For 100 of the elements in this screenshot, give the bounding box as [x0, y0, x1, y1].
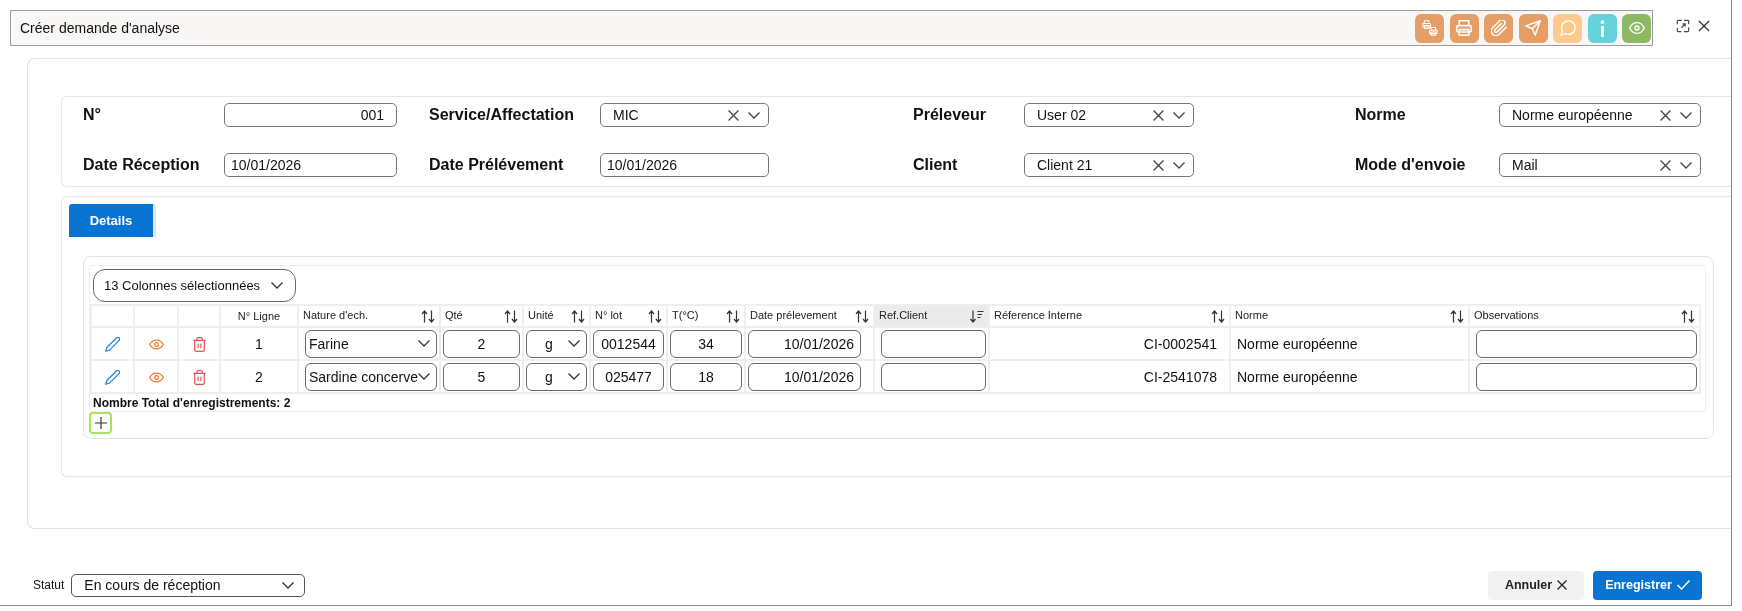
clear-icon[interactable] [728, 109, 739, 121]
expand-icon[interactable] [1676, 19, 1690, 33]
sort-icon [421, 310, 435, 323]
field-label: Norme [1355, 106, 1407, 124]
pencil-icon[interactable] [105, 336, 120, 352]
input-field[interactable]: 10/01/2026 [748, 362, 861, 391]
input-field[interactable]: 34 [670, 329, 742, 358]
field-label: Préleveur [913, 106, 987, 124]
sort-icon [1450, 310, 1464, 323]
clear-icon[interactable] [1660, 109, 1671, 121]
column-header[interactable]: Date prélevement [745, 305, 874, 327]
input-field[interactable]: 10/01/2026 [600, 153, 769, 177]
chevron-down-icon [271, 282, 283, 289]
chevron-down-icon [418, 373, 430, 380]
eye-icon[interactable] [148, 336, 164, 352]
column-header[interactable]: Ref.Client [874, 305, 989, 327]
input-field[interactable]: 5 [443, 362, 520, 391]
clear-icon[interactable] [1153, 159, 1164, 171]
chevron-down-icon [748, 111, 760, 119]
column-header[interactable]: Norme [1230, 305, 1469, 327]
chevron-down-icon [568, 340, 580, 347]
sort-icon [726, 310, 740, 323]
table-cell: CI-0002541 [989, 327, 1230, 360]
input-field[interactable] [881, 329, 986, 358]
eye-icon [1628, 20, 1645, 36]
input-field[interactable] [881, 362, 986, 391]
input-field[interactable]: 10/01/2026 [748, 329, 861, 358]
field-label: Mode d'envoie [1355, 156, 1467, 174]
column-header[interactable]: Nature d'ech. [298, 305, 440, 327]
print-batch-button[interactable] [1415, 13, 1444, 43]
record-count: Nombre Total d'enregistrements: 2 [93, 396, 292, 410]
attach-button[interactable] [1484, 13, 1513, 43]
clear-icon[interactable] [1660, 159, 1671, 171]
dropdown[interactable]: Farine [305, 329, 437, 358]
column-picker-dropdown[interactable]: 13 Colonnes sélectionnées [93, 269, 296, 302]
dropdown[interactable]: Norme européenne [1499, 103, 1701, 127]
table-cell: Norme européenne [1230, 360, 1469, 393]
status-dropdown[interactable]: En cours de réception [71, 573, 306, 597]
dropdown[interactable]: g [526, 362, 587, 391]
table-cell: 2 [220, 360, 298, 393]
save-button[interactable]: Enregistrer [1593, 570, 1702, 600]
trash-icon[interactable] [191, 369, 207, 385]
preview-button[interactable] [1622, 13, 1651, 43]
input-field[interactable]: 10/01/2026 [224, 153, 397, 177]
close-icon[interactable] [1698, 20, 1710, 32]
printer-icon [1456, 20, 1472, 36]
send-button[interactable] [1518, 13, 1548, 43]
close-icon [1557, 580, 1568, 590]
tab[interactable]: Details [69, 204, 156, 237]
input-field[interactable]: 0012544 [593, 329, 664, 358]
column-header[interactable]: T(°C) [667, 305, 745, 327]
cancel-button[interactable]: Annuler [1488, 570, 1584, 600]
print-button[interactable] [1449, 13, 1479, 43]
input-field[interactable] [1476, 362, 1697, 391]
sort-icon [1211, 310, 1225, 323]
input-field[interactable]: 025477 [593, 362, 664, 391]
chevron-down-icon [568, 373, 580, 380]
clear-icon[interactable] [1153, 109, 1164, 121]
field-label: Service/Affectation [429, 106, 575, 124]
input-field[interactable]: 18 [670, 362, 742, 391]
trash-icon[interactable] [191, 336, 207, 352]
column-header[interactable]: Observations [1469, 305, 1700, 327]
sort-descending-icon [970, 310, 984, 323]
paperclip-icon [1490, 20, 1507, 36]
sort-icon [1681, 310, 1695, 323]
eye-icon[interactable] [148, 369, 164, 385]
column-header[interactable]: N° lot [590, 305, 667, 327]
field-label: Date Prélévement [429, 156, 565, 174]
info-icon [1599, 19, 1605, 37]
column-header[interactable]: Unité [523, 305, 590, 327]
chevron-down-icon [282, 581, 295, 589]
sort-icon [855, 310, 869, 323]
table-cell: 1 [220, 327, 298, 360]
column-header[interactable]: Réference Interne [989, 305, 1230, 327]
chevron-down-icon [1173, 111, 1185, 119]
chevron-down-icon [418, 340, 430, 347]
dropdown[interactable]: Client 21 [1024, 153, 1194, 177]
column-header[interactable]: Qté [440, 305, 523, 327]
sort-icon [648, 310, 662, 323]
dropdown[interactable]: MIC [600, 103, 769, 127]
input-field[interactable]: 2 [443, 329, 520, 358]
dropdown[interactable]: g [526, 329, 587, 358]
sort-icon [571, 310, 585, 323]
plus-icon [94, 417, 107, 429]
pencil-icon[interactable] [105, 369, 120, 385]
printers-icon [1421, 20, 1438, 36]
add-button[interactable] [89, 412, 112, 434]
dropdown[interactable]: Mail [1499, 153, 1701, 177]
sort-icon [504, 310, 518, 323]
field-label: Client [913, 156, 959, 174]
dropdown[interactable]: Sardine concerve [305, 362, 437, 391]
input-field[interactable]: 001 [224, 103, 397, 127]
chevron-down-icon [1173, 161, 1185, 169]
column-header: N° Ligne [220, 305, 298, 327]
dropdown[interactable]: User 02 [1024, 103, 1194, 127]
chevron-down-icon [1680, 161, 1692, 169]
checkmark-icon [1676, 580, 1690, 590]
input-field[interactable] [1476, 329, 1697, 358]
paper-plane-icon [1525, 20, 1541, 36]
window-title: Créer demande d'analyse [20, 20, 180, 36]
